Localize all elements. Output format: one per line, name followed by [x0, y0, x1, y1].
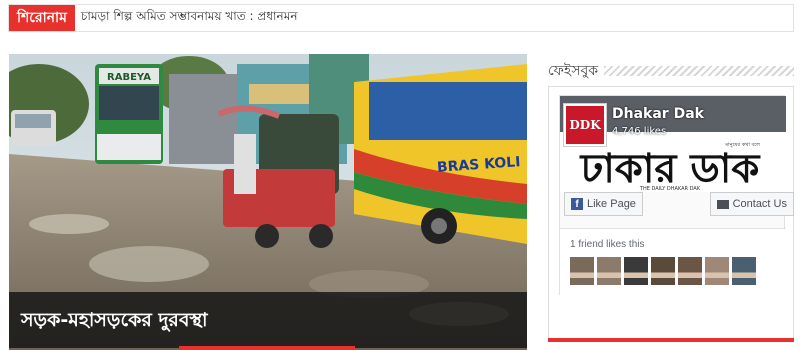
featured-article[interactable]: RABEYA BRAS KOLI সড়ক-মহাসড়কের দুরবস্থা: [9, 54, 527, 350]
fb-friend-avatar[interactable]: [624, 257, 648, 285]
fb-cover-tagline: মানুষের কথা বলে: [724, 142, 760, 148]
fb-friend-avatar[interactable]: [651, 257, 675, 285]
fb-page-plugin[interactable]: ঢাকার ডাক মানুষের কথা বলে THE DAILY DHAK…: [559, 95, 794, 296]
fb-friends-text: 1 friend likes this: [570, 239, 645, 250]
fb-likes-count: 4,746 likes: [612, 126, 667, 137]
feature-accent-bar: [179, 346, 355, 350]
fb-cover-photo[interactable]: ঢাকার ডাক মানুষের কথা বলে THE DAILY DHAK…: [560, 96, 786, 192]
fb-like-label: Like Page: [587, 198, 636, 210]
bus-sign: RABEYA: [107, 72, 151, 83]
fb-contact-label: Contact Us: [732, 198, 787, 210]
fb-profile-logo: DDK: [566, 106, 604, 144]
fb-page-name[interactable]: Dhakar Dak: [612, 106, 704, 122]
fb-friend-avatar[interactable]: [732, 257, 756, 285]
sidebar-heading-text: ফেইসবুক: [548, 63, 599, 79]
heading-decorative-rule: [604, 66, 794, 76]
fb-like-page-button[interactable]: f Like Page: [564, 192, 643, 216]
ticker-label: শিরোনাম: [9, 5, 75, 31]
sidebar-accent-bar: [548, 338, 794, 342]
headline-ticker: শিরোনাম চামড়া শিল্প অমিত সম্ভাবনাময় খা…: [8, 4, 794, 32]
facebook-f-icon: f: [571, 198, 583, 210]
fb-cover-subtitle: THE DAILY DHAKAR DAK: [639, 186, 701, 192]
fb-friend-avatar[interactable]: [570, 257, 594, 285]
fb-friends-section: 1 friend likes this: [560, 228, 786, 296]
facebook-widget: ঢাকার ডাক মানুষের কথা বলে THE DAILY DHAK…: [548, 86, 794, 342]
fb-profile-picture[interactable]: DDK: [564, 104, 606, 146]
fb-friend-avatar[interactable]: [597, 257, 621, 285]
envelope-icon: [716, 199, 729, 209]
feature-title[interactable]: সড়ক-মহাসড়কের দুরবস্থা: [21, 306, 208, 338]
fb-friend-avatars: [570, 257, 756, 285]
fb-friend-avatar[interactable]: [678, 257, 702, 285]
fb-friend-avatar[interactable]: [705, 257, 729, 285]
ticker-headline-link[interactable]: চামড়া শিল্প অমিত সম্ভাবনাময় খাত : প্রধ…: [75, 8, 298, 28]
fb-contact-button[interactable]: Contact Us: [709, 192, 794, 216]
sidebar-heading: ফেইসবুক: [548, 60, 794, 82]
feature-caption: সড়ক-মহাসড়কের দুরবস্থা: [9, 292, 527, 348]
